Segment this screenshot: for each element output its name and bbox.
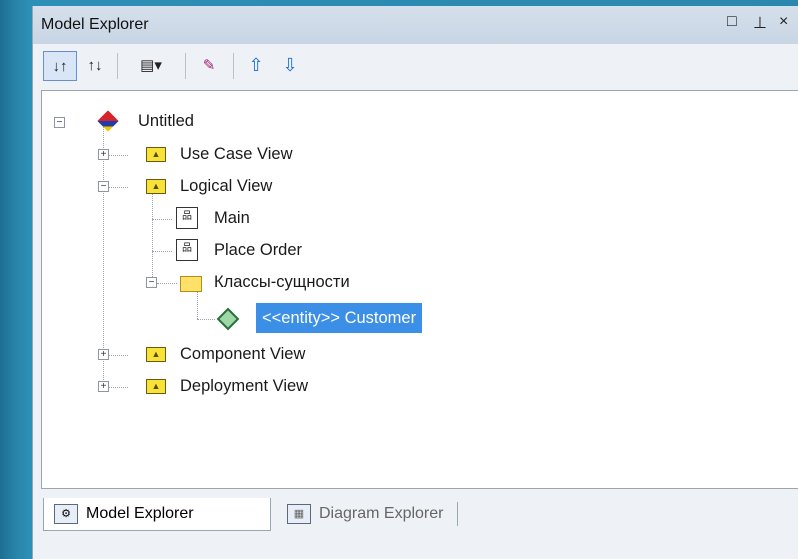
pin-icon[interactable]: ⊥ xyxy=(753,13,767,33)
package-folder-icon: ▲ xyxy=(146,379,166,394)
package-folder-icon: ▲ xyxy=(146,347,166,362)
tab-label: Diagram Explorer xyxy=(319,505,444,522)
model-cube-icon xyxy=(97,110,119,132)
class-diagram-icon: 品 xyxy=(176,239,198,261)
expand-toggle[interactable]: + xyxy=(98,381,109,392)
close-icon[interactable]: × xyxy=(779,13,788,31)
tree-connector xyxy=(152,251,172,252)
toolbar: ↓↑ ↑↓ ▤▾ ✎ ⇧ ⇩ xyxy=(33,45,798,85)
package-folder-icon: ▲ xyxy=(146,147,166,162)
tree-connector xyxy=(152,187,153,283)
tree-connector xyxy=(108,155,128,156)
tree-connector xyxy=(157,283,177,284)
tree-connector xyxy=(197,319,215,320)
tree-node-entities-folder[interactable]: Классы-сущности xyxy=(214,269,350,295)
view-options-icon: ▤▾ xyxy=(140,57,162,74)
expand-toggle[interactable]: + xyxy=(98,349,109,360)
model-tree: − Untitled + ▲ Use Case View − ▲ Logical… xyxy=(41,90,798,489)
move-down-button[interactable]: ⇩ xyxy=(277,51,303,79)
collapse-toggle[interactable]: − xyxy=(54,117,65,128)
tree-node-component-view[interactable]: Component View xyxy=(180,341,305,367)
tab-label: Model Explorer xyxy=(86,505,194,522)
tree-connector xyxy=(108,387,128,388)
sort-descending-button[interactable]: ↑↓ xyxy=(79,51,111,79)
properties-icon: ✎ xyxy=(202,57,216,74)
window-title: Model Explorer xyxy=(41,16,149,33)
tab-model-explorer[interactable]: ⚙ Model Explorer xyxy=(43,498,271,531)
entity-class-icon xyxy=(216,307,240,331)
sort-ascending-button[interactable]: ↓↑ xyxy=(43,51,77,81)
tree-node-place-order[interactable]: Place Order xyxy=(214,237,302,263)
tree-node-deployment-view[interactable]: Deployment View xyxy=(180,373,308,399)
tree-node-use-case-view[interactable]: Use Case View xyxy=(180,141,293,167)
sort-descending-icon: ↑↓ xyxy=(87,56,103,74)
diagram-explorer-icon: ▦ xyxy=(287,504,311,524)
tab-diagram-explorer[interactable]: ▦ Diagram Explorer xyxy=(277,498,459,530)
arrow-up-icon: ⇧ xyxy=(248,54,264,75)
arrow-down-icon: ⇩ xyxy=(282,54,298,75)
view-options-dropdown[interactable]: ▤▾ xyxy=(123,51,179,79)
tree-node-main[interactable]: Main xyxy=(214,205,250,231)
tree-node-logical-view[interactable]: Logical View xyxy=(180,173,272,199)
folder-icon xyxy=(180,276,202,292)
tab-bar: ⚙ Model Explorer ▦ Diagram Explorer xyxy=(33,490,798,559)
tab-separator xyxy=(457,502,459,526)
properties-button[interactable]: ✎ xyxy=(193,51,225,79)
toolbar-separator xyxy=(185,53,186,79)
tree-node-untitled[interactable]: Untitled xyxy=(138,108,194,134)
tree-connector xyxy=(108,187,128,188)
tree-connector xyxy=(152,219,172,220)
model-explorer-window: Model Explorer □ ⊥ × ↓↑ ↑↓ ▤▾ ✎ ⇧ ⇩ − Un… xyxy=(32,6,798,559)
tree-node-customer[interactable]: <<entity>> Customer xyxy=(256,303,423,333)
expand-toggle[interactable]: + xyxy=(98,149,109,160)
class-diagram-icon: 品 xyxy=(176,207,198,229)
toolbar-separator xyxy=(233,53,234,79)
sort-ascending-icon: ↓↑ xyxy=(52,57,68,75)
collapse-toggle[interactable]: − xyxy=(146,277,157,288)
model-explorer-icon: ⚙ xyxy=(54,504,78,524)
maximize-icon[interactable]: □ xyxy=(727,13,737,31)
title-bar: Model Explorer □ ⊥ × xyxy=(33,6,798,44)
tree-connector xyxy=(108,355,128,356)
collapse-toggle[interactable]: − xyxy=(98,181,109,192)
move-up-button[interactable]: ⇧ xyxy=(243,51,269,79)
package-folder-icon: ▲ xyxy=(146,179,166,194)
toolbar-separator xyxy=(117,53,118,79)
